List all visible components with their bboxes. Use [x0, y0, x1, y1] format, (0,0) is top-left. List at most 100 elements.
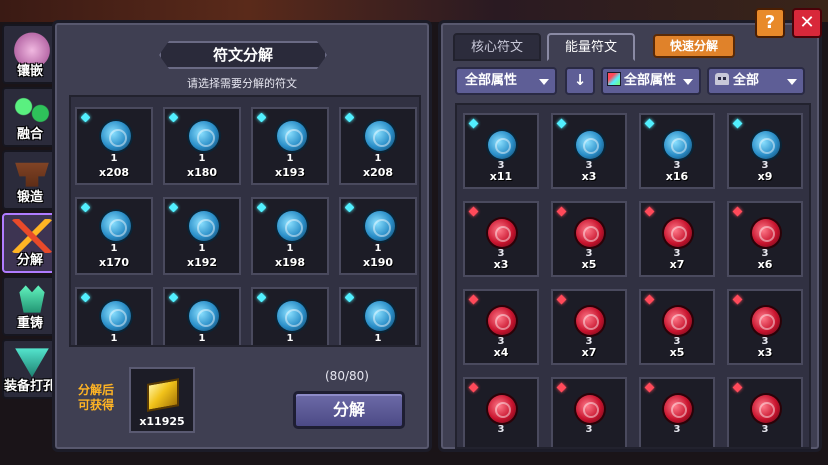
- rainbow-element-icon: [607, 72, 621, 86]
- rune-slot[interactable]: 1 x198: [251, 197, 329, 275]
- drill-icon: [15, 348, 49, 378]
- red-rune-icon: [576, 395, 604, 423]
- red-rune-icon: [488, 219, 516, 247]
- rune-slot[interactable]: 3 x3: [463, 201, 539, 277]
- blue-rune-icon: [365, 301, 395, 331]
- rune-count: x192: [186, 256, 218, 269]
- rune-level: 1: [374, 333, 382, 344]
- rune-slot[interactable]: 1 x170: [75, 197, 153, 275]
- element-filter-dropdown[interactable]: 全部属性: [601, 67, 701, 95]
- rune-level: 1: [198, 243, 206, 254]
- rune-slot[interactable]: 1 x208: [339, 107, 417, 185]
- tab-core-runes[interactable]: 核心符文: [453, 33, 541, 61]
- monster-filter-dropdown[interactable]: 全部: [707, 67, 805, 95]
- rune-count: x180: [186, 166, 218, 179]
- dropdown-value: 全部属性: [624, 73, 677, 88]
- tab-energy-runes[interactable]: 能量符文: [547, 33, 635, 61]
- gem-indicator-icon: [256, 292, 267, 303]
- rune-level: 1: [110, 333, 118, 344]
- rune-slot[interactable]: 3: [727, 377, 803, 447]
- rune-count: x3: [493, 258, 509, 271]
- rune-slot[interactable]: 3: [463, 377, 539, 447]
- obtain-label: 分解后可获得: [77, 383, 114, 412]
- blue-rune-icon: [664, 131, 692, 159]
- rune-count: x16: [665, 170, 689, 183]
- rune-slot[interactable]: 3 x6: [727, 201, 803, 277]
- gem-indicator-icon: [556, 382, 567, 393]
- blue-rune-icon: [189, 121, 219, 151]
- blue-rune-icon: [101, 121, 131, 151]
- rune-slot[interactable]: 1 x192: [163, 197, 241, 275]
- gem-indicator-icon: [80, 112, 91, 123]
- gem-indicator-icon: [732, 118, 743, 129]
- rune-count: x3: [757, 346, 773, 359]
- blue-rune-icon: [189, 301, 219, 331]
- energy-rune-grid[interactable]: 3 x11 3 x3 3 x16 3 x9 3 x3 3 x5 3 x7 3 x…: [455, 103, 811, 449]
- rune-slot[interactable]: 1: [75, 287, 153, 345]
- gem-indicator-icon: [344, 292, 355, 303]
- blue-rune-icon: [576, 131, 604, 159]
- side-tab-label: 锻造: [16, 190, 43, 205]
- rune-count: x5: [581, 258, 597, 271]
- rune-slot[interactable]: 3 x3: [727, 289, 803, 365]
- gem-indicator-icon: [80, 202, 91, 213]
- side-tab-forge[interactable]: 锻造: [2, 150, 58, 210]
- anvil-icon: [15, 162, 49, 187]
- rune-level: 1: [286, 243, 294, 254]
- rune-count: x198: [274, 256, 306, 269]
- rune-slot[interactable]: 3 x3: [551, 113, 627, 189]
- red-rune-icon: [664, 307, 692, 335]
- rune-tier: 3: [761, 424, 769, 435]
- dropdown-value: 全部属性: [465, 73, 518, 88]
- rune-slot[interactable]: 1 x208: [75, 107, 153, 185]
- close-button[interactable]: ✕: [792, 8, 822, 38]
- red-rune-icon: [664, 219, 692, 247]
- side-tab-inlay[interactable]: 镶嵌: [2, 24, 58, 84]
- rune-selection-grid[interactable]: 1 x208 1 x180 1 x193 1 x208 1 x170 1 x19…: [69, 95, 421, 347]
- side-tab-fusion[interactable]: 融合: [2, 87, 58, 147]
- rune-slot[interactable]: 1 x180: [163, 107, 241, 185]
- rune-slot[interactable]: 3 x9: [727, 113, 803, 189]
- rune-slot[interactable]: 3 x4: [463, 289, 539, 365]
- gem-indicator-icon: [80, 292, 91, 303]
- gem-indicator-icon: [468, 206, 479, 217]
- crystal-icon: [19, 285, 45, 313]
- quick-decompose-button[interactable]: 快速分解: [653, 34, 735, 58]
- rune-slot[interactable]: 1: [339, 287, 417, 345]
- rune-slot[interactable]: 3: [639, 377, 715, 447]
- monster-icon: [715, 73, 729, 85]
- blue-rune-icon: [277, 211, 307, 241]
- rune-slot[interactable]: 3 x16: [639, 113, 715, 189]
- decompose-button[interactable]: 分解: [293, 391, 405, 429]
- gem-indicator-icon: [256, 202, 267, 213]
- rune-slot[interactable]: 3 x5: [551, 201, 627, 277]
- side-tab-label: 融合: [16, 127, 43, 142]
- gem-indicator-icon: [644, 294, 655, 305]
- rune-slot[interactable]: 3: [551, 377, 627, 447]
- red-rune-icon: [752, 219, 780, 247]
- rune-slot[interactable]: 1 x193: [251, 107, 329, 185]
- gem-indicator-icon: [168, 112, 179, 123]
- side-tab-recast[interactable]: 重铸: [2, 276, 58, 336]
- attribute-filter-dropdown[interactable]: 全部属性: [455, 67, 557, 95]
- rune-tier: 3: [673, 424, 681, 435]
- rune-level: 1: [286, 153, 294, 164]
- rune-slot[interactable]: 1 x190: [339, 197, 417, 275]
- sort-button[interactable]: ↓: [565, 67, 595, 95]
- blue-rune-icon: [365, 121, 395, 151]
- gem-indicator-icon: [556, 206, 567, 217]
- rune-slot[interactable]: 3 x7: [551, 289, 627, 365]
- gem-indicator-icon: [468, 118, 479, 129]
- help-button[interactable]: ?: [755, 8, 785, 38]
- rune-level: 1: [110, 153, 118, 164]
- side-tab-socket[interactable]: 装备打孔: [2, 339, 58, 399]
- rune-slot[interactable]: 3 x7: [639, 201, 715, 277]
- rune-count: x208: [362, 166, 394, 179]
- rune-slot[interactable]: 3 x5: [639, 289, 715, 365]
- side-tab-decompose[interactable]: 分解: [2, 213, 58, 273]
- rune-slot[interactable]: 1: [251, 287, 329, 345]
- rune-slot[interactable]: 3 x11: [463, 113, 539, 189]
- blue-rune-icon: [488, 131, 516, 159]
- reward-count: x11925: [139, 415, 185, 428]
- rune-slot[interactable]: 1: [163, 287, 241, 345]
